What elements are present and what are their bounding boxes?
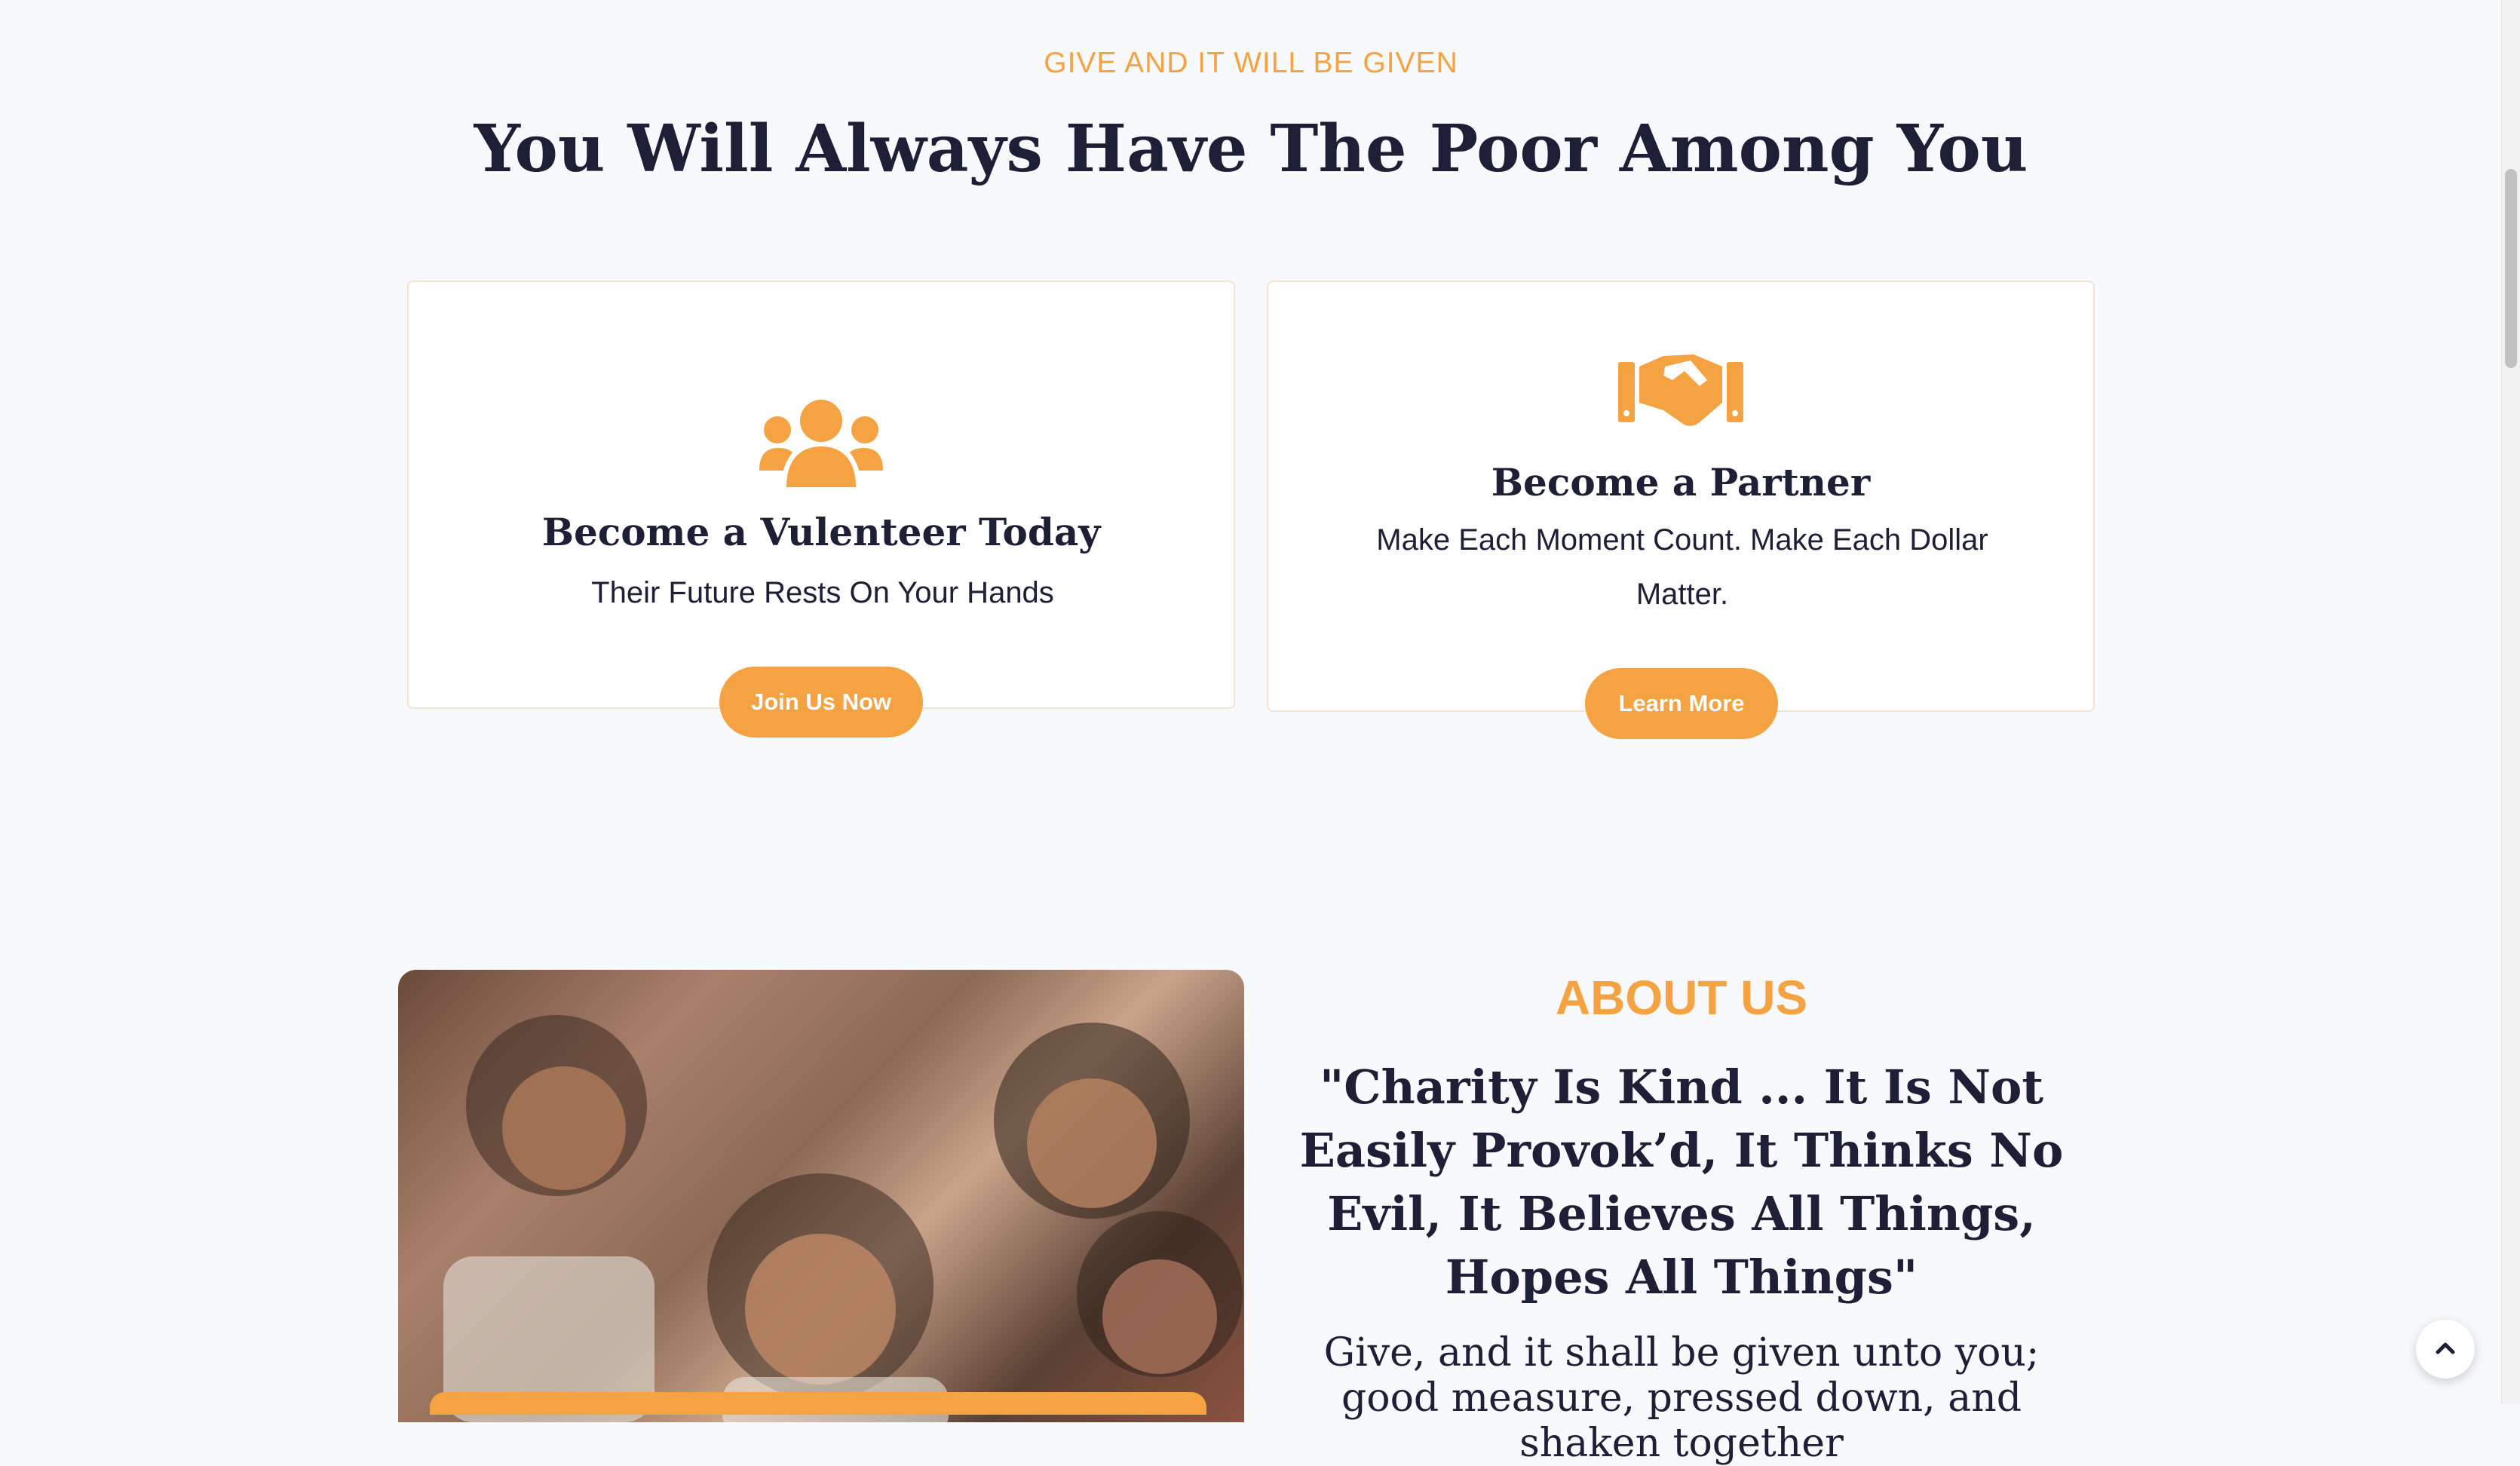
photo-caption-bar [430, 1392, 1206, 1415]
about-body: Give, and it shall be given unto you; go… [1323, 1330, 2040, 1466]
scroll-to-top-button[interactable] [2416, 1320, 2475, 1379]
volunteer-card-title: Become a Vulenteer Today [541, 510, 1101, 554]
about-quote: "Charity Is Kind ... It Is Not Easily Pr… [1299, 1060, 2064, 1305]
partner-card: Become a Partner Make Each Moment Count.… [1267, 281, 2095, 712]
volunteer-card-text: Their Future Rests On Your Hands [591, 576, 1054, 609]
section-eyebrow: GIVE AND IT WILL BE GIVEN [1044, 47, 1458, 79]
scrollbar-thumb[interactable] [2505, 169, 2517, 368]
volunteer-card: Become a Vulenteer Today Their Future Re… [407, 281, 1235, 709]
children-photo [398, 970, 1244, 1422]
section-title: You Will Always Have The Poor Among You [474, 111, 2028, 187]
about-us-label: ABOUT US [1555, 971, 1808, 1025]
partner-card-title: Become a Partner [1491, 460, 1871, 505]
users-group-icon [409, 398, 1234, 489]
learn-more-button[interactable]: Learn More [1585, 668, 1778, 739]
join-us-button[interactable]: Join Us Now [719, 667, 923, 738]
chevron-up-icon [2436, 1341, 2455, 1358]
handshake-icon [1268, 350, 2093, 428]
partner-card-text: Make Each Moment Count. Make Each Dollar… [1376, 523, 1988, 611]
